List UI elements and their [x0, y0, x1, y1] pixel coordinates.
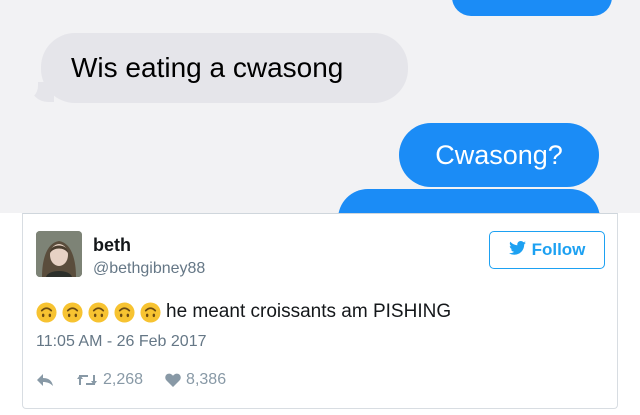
- outgoing-bubble-partial: [452, 0, 612, 16]
- upside-down-face-icon: [36, 301, 57, 323]
- heart-icon: [165, 373, 181, 387]
- tweet-card: beth @bethgibney88 Follow he meant crois…: [22, 213, 618, 409]
- outgoing-bubble-partial: [338, 189, 600, 213]
- retweet-icon: [76, 373, 98, 387]
- like-count: 8,386: [186, 371, 227, 388]
- upside-down-face-icon: [88, 301, 109, 323]
- message-screenshot: Wis eating a cwasong Cwasong?: [0, 0, 640, 213]
- user-handle[interactable]: @bethgibney88: [93, 260, 205, 278]
- follow-label: Follow: [531, 240, 586, 259]
- reply-button[interactable]: [36, 373, 54, 387]
- upside-down-face-icon: [140, 301, 161, 323]
- incoming-message-bubble: Wis eating a cwasong: [41, 33, 408, 103]
- retweet-button[interactable]: 2,268: [76, 371, 143, 389]
- tweet-actions: 2,268 8,386: [36, 368, 248, 392]
- outgoing-message-bubble: Cwasong?: [399, 123, 599, 187]
- tweet-body: he meant croissants am PISHING: [166, 301, 452, 322]
- follow-button[interactable]: Follow: [489, 231, 605, 269]
- like-button[interactable]: 8,386: [165, 371, 226, 389]
- tweet-text: he meant croissants am PISHING: [36, 300, 451, 324]
- avatar[interactable]: [36, 231, 82, 277]
- twitter-bird-icon: [508, 240, 526, 260]
- upside-down-face-icon: [62, 301, 83, 323]
- display-name[interactable]: beth: [93, 235, 131, 256]
- upside-down-face-icon: [114, 301, 135, 323]
- reply-icon: [36, 373, 54, 387]
- tweet-timestamp[interactable]: 11:05 AM - 26 Feb 2017: [36, 333, 206, 351]
- retweet-count: 2,268: [103, 371, 144, 388]
